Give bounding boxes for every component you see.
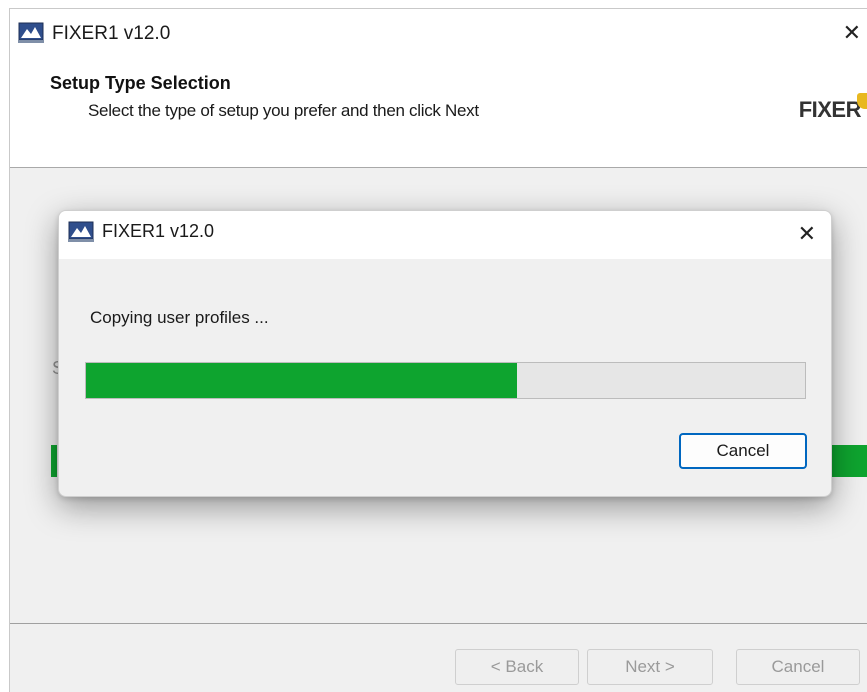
header-title: Setup Type Selection xyxy=(50,73,231,93)
back-button[interactable]: < Back xyxy=(455,649,579,685)
progress-dialog: FIXER1 v12.0 ✕ Copying user profiles ...… xyxy=(58,210,832,497)
app-icon xyxy=(68,221,94,242)
close-icon[interactable]: ✕ xyxy=(843,22,861,44)
fixer-logo: FIXER xyxy=(787,93,867,127)
footer-divider xyxy=(10,623,867,624)
main-cancel-button[interactable]: Cancel xyxy=(736,649,860,685)
status-text: Copying user profiles ... xyxy=(90,308,269,327)
dialog-title: FIXER1 v12.0 xyxy=(102,221,215,241)
obscured-progress-left xyxy=(51,445,57,477)
main-title-bar[interactable]: FIXER1 v12.0 ✕ xyxy=(10,9,867,59)
window-title: FIXER1 v12.0 xyxy=(52,23,171,44)
dialog-title-bar[interactable]: FIXER1 v12.0 ✕ xyxy=(59,211,831,259)
logo-mark-icon xyxy=(857,93,867,109)
progress-fill xyxy=(86,363,518,398)
progress-bar xyxy=(85,362,806,399)
obscured-progress-right xyxy=(831,445,867,477)
wizard-header: Setup Type Selection Select the type of … xyxy=(10,59,867,168)
close-icon[interactable]: ✕ xyxy=(798,223,816,245)
header-subtitle: Select the type of setup you prefer and … xyxy=(88,101,479,120)
logo-text: FIXER xyxy=(798,97,862,122)
app-icon xyxy=(18,22,44,43)
dialog-cancel-button[interactable]: Cancel xyxy=(679,433,807,469)
next-button[interactable]: Next > xyxy=(587,649,713,685)
